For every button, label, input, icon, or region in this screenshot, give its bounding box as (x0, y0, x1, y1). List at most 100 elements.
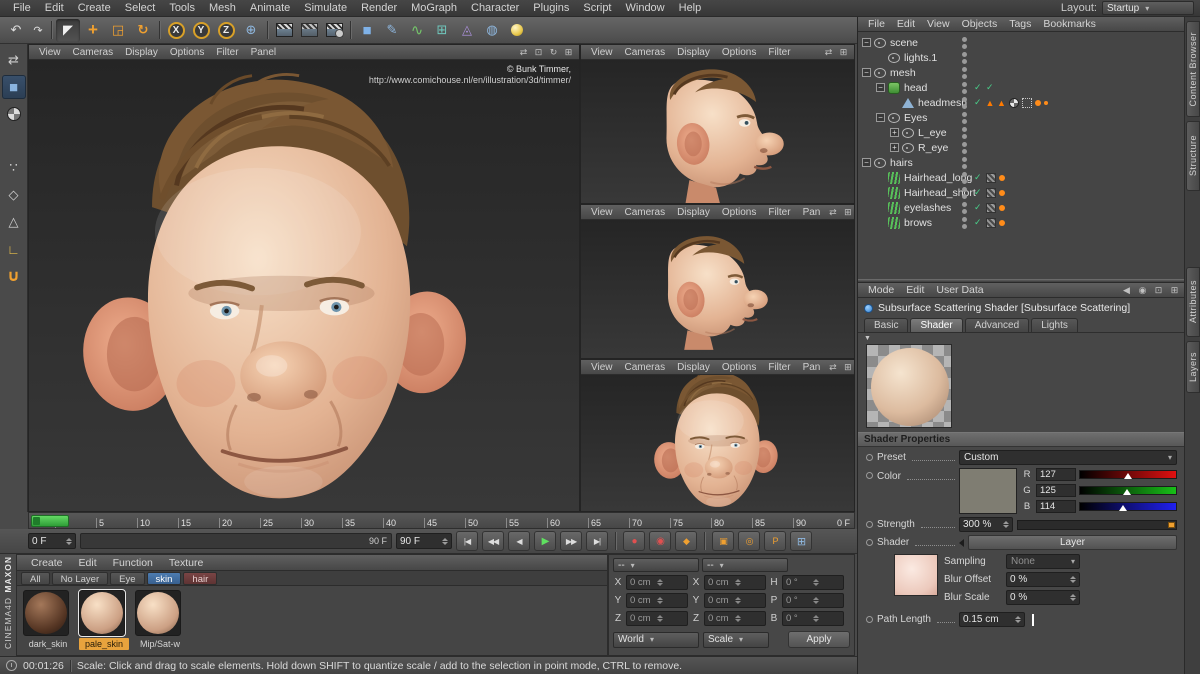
menu-render[interactable]: Render (354, 2, 404, 14)
polygons-mode-icon[interactable]: △ (2, 210, 26, 234)
add-nurbs-icon[interactable]: ∿ (405, 19, 429, 42)
goto-start-button[interactable]: |◀ (456, 531, 478, 551)
pan-view-icon[interactable]: ⇄ (826, 206, 839, 218)
size-y-field[interactable]: 0 cm (704, 593, 766, 608)
pos-y-field[interactable]: 0 cm (626, 593, 688, 608)
vp-menu-pan[interactable]: Pan (797, 362, 827, 373)
menu-animate[interactable]: Animate (243, 2, 297, 14)
rotate-tool-icon[interactable]: ↻ (131, 19, 155, 42)
size-z-field[interactable]: 0 cm (704, 611, 766, 626)
menu-mesh[interactable]: Mesh (202, 2, 243, 14)
rot-p-field[interactable]: 0 ° (782, 593, 844, 608)
render-view-button[interactable] (272, 19, 296, 42)
enabled-check-icon[interactable]: ✓ (974, 187, 983, 198)
points-mode-icon[interactable]: ∵ (2, 156, 26, 180)
vp-menu-filter[interactable]: Filter (762, 47, 796, 58)
tree-item-headmesh[interactable]: headmesh ✓ ▲ ▲ (858, 95, 1185, 110)
visibility-dots[interactable] (962, 142, 967, 154)
layout-select[interactable]: Startup (1102, 1, 1194, 15)
tree-item-hairs[interactable]: hairs (858, 155, 1185, 170)
add-primitive-icon[interactable]: ■ (355, 19, 379, 42)
vp-menu-options[interactable]: Options (716, 47, 762, 58)
menu-select[interactable]: Select (118, 2, 163, 14)
material-tag-icon[interactable] (999, 190, 1005, 196)
move-tool-icon[interactable]: + (81, 19, 105, 42)
green-value-field[interactable]: 125 (1036, 484, 1076, 497)
vp-menu-filter[interactable]: Filter (210, 47, 244, 58)
expander-icon[interactable] (890, 143, 899, 152)
strength-slider[interactable] (1017, 520, 1177, 530)
shader-layer-button[interactable]: Layer (968, 535, 1177, 550)
viewport-side-mid-canvas[interactable] (581, 220, 854, 358)
size-mode-select[interactable]: -- (702, 558, 788, 572)
viewport-perspective-canvas[interactable]: © Bunk Timmer, http://www.comichouse.nl/… (29, 60, 579, 511)
vp-menu-display[interactable]: Display (119, 47, 164, 58)
tree-item-scene[interactable]: scene (858, 35, 1185, 50)
position-mode-select[interactable]: -- (613, 558, 699, 572)
om-menu-view[interactable]: View (921, 18, 956, 30)
am-menu-userdata[interactable]: User Data (930, 284, 989, 296)
visibility-dots[interactable] (962, 157, 967, 169)
viewport-front[interactable]: View Cameras Display Options Filter Pan … (580, 359, 855, 512)
vp-menu-view[interactable]: View (585, 362, 619, 373)
enabled-check-icon[interactable]: ✓ (974, 202, 983, 213)
record-parameter-button[interactable]: P (764, 531, 786, 551)
frame-end-field[interactable]: 90 F (396, 533, 452, 549)
maximize-view-icon[interactable]: ⊞ (562, 46, 575, 58)
om-menu-edit[interactable]: Edit (891, 18, 921, 30)
menu-plugins[interactable]: Plugins (526, 2, 576, 14)
frame-range-slider[interactable]: 90 F (80, 533, 392, 549)
size-x-field[interactable]: 0 cm (704, 575, 766, 590)
add-array-icon[interactable]: ⊞ (430, 19, 454, 42)
next-frame-button[interactable]: ▶▶ (560, 531, 582, 551)
material-pale-skin[interactable]: pale_skin (79, 590, 129, 650)
expander-icon[interactable] (876, 83, 885, 92)
texture-tag-icon[interactable] (1009, 98, 1019, 108)
coordinate-space-select[interactable]: World (613, 632, 699, 648)
anim-dot-icon[interactable] (866, 539, 873, 546)
record-position-button[interactable]: ▣ (712, 531, 734, 551)
expander-icon[interactable] (876, 113, 885, 122)
vp-menu-display[interactable]: Display (671, 207, 716, 218)
blur-offset-field[interactable]: 0 % (1006, 572, 1080, 587)
tree-item-hairhead-short[interactable]: Hairhead_short ✓ (858, 185, 1185, 200)
tab-content-browser[interactable]: Content Browser (1186, 21, 1200, 117)
vp-menu-pan[interactable]: Pan (797, 207, 827, 218)
vp-menu-filter[interactable]: Filter (762, 207, 796, 218)
layer-tab-skin[interactable]: skin (147, 572, 182, 585)
section-shader-properties[interactable]: Shader Properties (858, 432, 1185, 447)
green-slider[interactable] (1079, 486, 1177, 495)
rot-b-field[interactable]: 0 ° (782, 611, 844, 626)
keyframe-button[interactable]: ◆ (675, 531, 697, 551)
red-slider[interactable] (1079, 470, 1177, 479)
layer-tab-hair[interactable]: hair (183, 572, 217, 585)
workplane-mode-icon[interactable] (2, 129, 26, 153)
pos-z-field[interactable]: 0 cm (626, 611, 688, 626)
layer-tab-all[interactable]: All (21, 572, 50, 585)
maximize-view-icon[interactable]: ⊞ (841, 361, 854, 373)
add-environment-icon[interactable]: ◍ (480, 19, 504, 42)
visibility-dots[interactable] (962, 97, 967, 109)
material-tag-icon[interactable] (999, 175, 1005, 181)
make-editable-icon[interactable]: ⇄ (2, 48, 26, 72)
mm-menu-texture[interactable]: Texture (161, 557, 211, 569)
visibility-dots[interactable] (962, 172, 967, 184)
shader-expand-icon[interactable] (959, 539, 964, 547)
visibility-dots[interactable] (962, 82, 967, 94)
vp-menu-cameras[interactable]: Cameras (619, 47, 672, 58)
history-back-icon[interactable]: ◀ (1120, 284, 1133, 296)
enabled-check-icon[interactable]: ✓ (974, 217, 983, 228)
layer-tab-eye[interactable]: Eye (110, 572, 144, 585)
vp-menu-cameras[interactable]: Cameras (67, 47, 120, 58)
pan-view-icon[interactable]: ⇄ (517, 46, 530, 58)
axis-mode-icon[interactable]: ∟ (2, 237, 26, 261)
anim-dot-icon[interactable] (866, 616, 873, 623)
om-menu-bookmarks[interactable]: Bookmarks (1037, 18, 1102, 30)
tree-item-mesh[interactable]: mesh (858, 65, 1185, 80)
material-preview-sphere[interactable] (135, 590, 181, 636)
model-mode-icon[interactable]: ■ (2, 75, 26, 99)
add-spline-icon[interactable]: ✎ (380, 19, 404, 42)
menu-character[interactable]: Character (464, 2, 526, 14)
coordinate-system-icon[interactable]: ⊕ (239, 19, 263, 42)
visibility-dots[interactable] (962, 202, 967, 214)
